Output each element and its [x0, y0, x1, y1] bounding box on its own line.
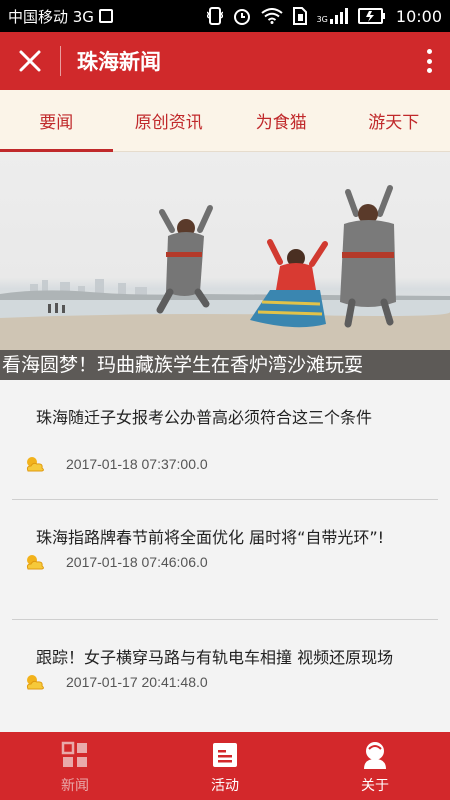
news-meta: 2017-01-18 07:37:00.0 [12, 455, 438, 473]
news-title: 珠海随迁子女报考公办普高必须符合这三个条件 [36, 408, 373, 427]
tab-travel[interactable]: 游天下 [338, 90, 450, 151]
news-date: 2017-01-18 07:46:06.0 [66, 554, 208, 570]
more-dot-icon [426, 68, 432, 73]
hero-photo [0, 185, 450, 380]
news-meta: 2017-01-18 07:46:06.0 [12, 553, 438, 571]
bottom-nav: 新闻 活动 关于 [0, 732, 450, 800]
person-icon [364, 742, 386, 769]
close-button[interactable] [0, 32, 60, 90]
tab-food[interactable]: 为食猫 [225, 90, 338, 151]
app-header: 珠海新闻 [0, 32, 450, 90]
weather-icon [26, 555, 44, 570]
news-list: 珠海随迁子女报考公办普高必须符合这三个条件 2017-01-18 07:37:0… [0, 380, 450, 740]
header-divider [60, 46, 61, 76]
nav-activities[interactable]: 活动 [150, 732, 300, 800]
vibrate-icon [206, 7, 223, 25]
tab-original-news[interactable]: 原创资讯 [113, 90, 226, 151]
calendar-icon [213, 743, 237, 767]
nav-about-label: 关于 [361, 778, 389, 794]
news-meta: 2017-01-17 20:41:48.0 [12, 673, 438, 691]
news-item[interactable]: 跟踪！女子横穿马路与有轨电车相撞 视频还原现场 2017-01-17 20:41… [12, 620, 438, 740]
image-notification-icon [98, 9, 113, 23]
carrier-text: 中国移动 3G [8, 7, 94, 26]
news-item[interactable]: 珠海随迁子女报考公办普高必须符合这三个条件 2017-01-18 07:37:0… [12, 380, 438, 500]
category-tabs: 要闻 原创资讯 为食猫 游天下 [0, 90, 450, 152]
alarm-icon [233, 9, 250, 25]
news-date: 2017-01-18 07:37:00.0 [66, 456, 208, 472]
news-title: 跟踪！女子横穿马路与有轨电车相撞 视频还原现场 [36, 648, 394, 667]
nav-news-label: 新闻 [61, 778, 89, 794]
news-item[interactable]: 珠海指路牌春节前将全面优化 届时将“自带光环”! 2017-01-18 07:4… [12, 500, 438, 620]
page-title: 珠海新闻 [77, 50, 161, 74]
weather-icon [26, 675, 44, 690]
close-icon [19, 50, 41, 72]
more-dot-icon [426, 58, 432, 64]
weather-icon [26, 457, 44, 472]
news-title: 珠海指路牌春节前将全面优化 届时将“自带光环”! [36, 528, 385, 547]
hero-banner[interactable]: 看海圆梦！玛曲藏族学生在香炉湾沙滩玩耍 [0, 152, 450, 380]
tab-headlines[interactable]: 要闻 [0, 90, 113, 152]
status-bar: 中国移动 3G 3G 10:00 [0, 0, 450, 32]
battery-icon [357, 8, 385, 24]
nav-news[interactable]: 新闻 [0, 732, 150, 800]
more-options-button[interactable] [422, 46, 436, 76]
nav-activities-label: 活动 [211, 778, 239, 794]
signal-icon: 3G [317, 8, 348, 24]
sim-card-icon [292, 7, 307, 25]
wifi-icon [260, 8, 283, 24]
grid-icon [61, 741, 87, 767]
nav-about[interactable]: 关于 [300, 732, 450, 800]
hero-caption: 看海圆梦！玛曲藏族学生在香炉湾沙滩玩耍 [0, 350, 450, 380]
news-date: 2017-01-17 20:41:48.0 [66, 674, 208, 690]
more-dot-icon [426, 49, 432, 54]
network-type-label: 3G [316, 15, 328, 24]
clock-text: 10:00 [395, 6, 442, 26]
